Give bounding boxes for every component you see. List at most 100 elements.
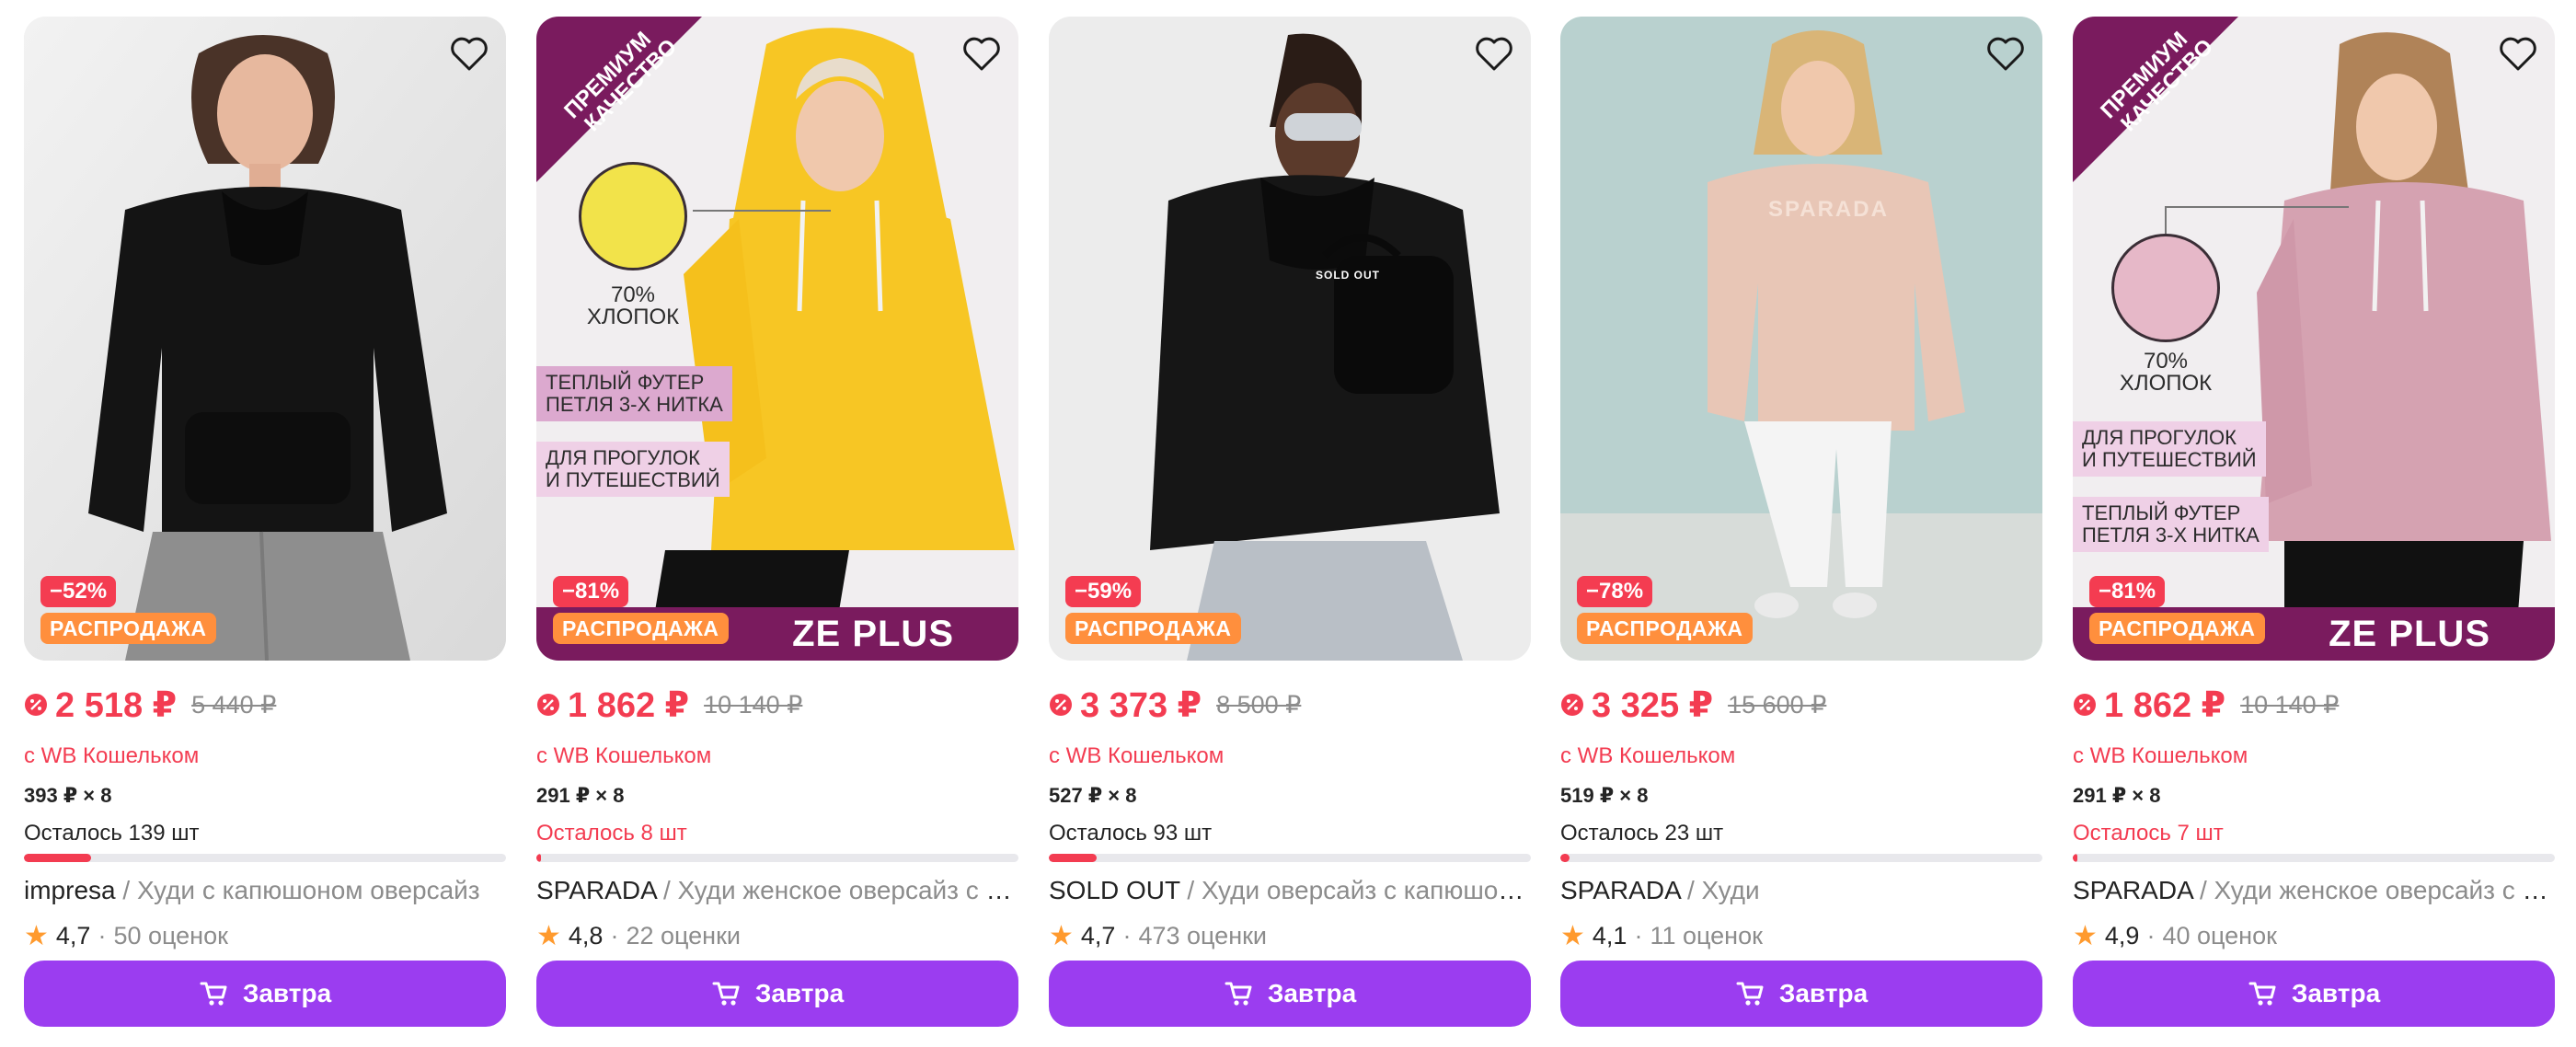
old-price: 10 140 ₽ [2240, 690, 2340, 719]
title-separator: / [115, 876, 137, 904]
wallet-discount-icon [1049, 693, 1073, 717]
discount-badge: −59% [1065, 576, 1142, 607]
rating-row[interactable]: ★ 4,1 · 11 оценок [1560, 920, 1763, 952]
old-price: 5 440 ₽ [191, 690, 277, 719]
rating-separator: · [1122, 922, 1132, 949]
product-card[interactable]: ПРЕМИУМ КАЧЕСТВО 70% ХЛОПОК ТЕПЛЫЙ ФУТЕР… [536, 17, 1018, 1029]
feature-tag: ДЛЯ ПРОГУЛОК И ПУТЕШЕСТВИЙ [2073, 421, 2266, 477]
rating-row[interactable]: ★ 4,7 · 50 оценок [24, 920, 228, 952]
discount-badge: −81% [553, 576, 629, 607]
wallet-discount-icon [24, 693, 48, 717]
discount-badge: −81% [2089, 576, 2166, 607]
fabric-swatch [579, 162, 687, 270]
brand-name: SPARADA [2073, 876, 2193, 904]
star-icon: ★ [24, 921, 49, 951]
title-separator: / [2192, 876, 2214, 904]
wallet-note: с WB Кошельком [2073, 743, 2248, 768]
sale-badge: РАСПРОДАЖА [1065, 613, 1241, 644]
product-name: Худи женское оверсайз с капюшоном [2214, 876, 2555, 904]
product-photo[interactable]: ПРЕМИУМ КАЧЕСТВО 70% ХЛОПОК ТЕПЛЫЙ ФУТЕР… [536, 17, 1018, 661]
favorite-heart-icon[interactable] [1472, 31, 1516, 75]
current-price: 1 862 ₽ [568, 685, 690, 725]
star-icon: ★ [1560, 921, 1585, 951]
product-title[interactable]: impresa / Худи с капюшоном оверсайз [24, 876, 506, 905]
fabric-material: ХЛОПОК [2119, 371, 2213, 396]
button-label: Завтра [242, 979, 332, 1007]
stock-remaining: Осталось 7 шт [2073, 821, 2224, 846]
old-price: 8 500 ₽ [1216, 690, 1302, 719]
product-title[interactable]: SPARADA / Худи женское оверсайз с капюшо… [2073, 876, 2555, 905]
add-to-cart-button[interactable]: Завтра [2073, 961, 2555, 1027]
product-card[interactable]: ПРЕМИУМ КАЧЕСТВО 70% ХЛОПОК ДЛЯ ПРОГУЛОК… [2073, 17, 2555, 1029]
callout-line [693, 210, 831, 212]
review-count: 22 оценки [626, 922, 741, 949]
stock-remaining: Осталось 23 шт [1560, 821, 1724, 846]
stock-progress-fill [24, 854, 92, 862]
stock-progress-bar [24, 854, 506, 862]
review-count: 11 оценок [1650, 922, 1763, 949]
product-name: Худи с капюшоном оверсайз [136, 876, 480, 904]
premium-quality-ribbon: ПРЕМИУМ КАЧЕСТВО [536, 17, 702, 182]
premium-quality-ribbon: ПРЕМИУМ КАЧЕСТВО [2073, 17, 2238, 182]
feature-tag: ТЕПЛЫЙ ФУТЕР ПЕТЛЯ 3-Х НИТКА [2073, 497, 2269, 552]
rating-value: 4,8 [568, 922, 604, 949]
title-separator: / [656, 876, 678, 904]
current-price: 1 862 ₽ [2104, 685, 2226, 725]
rating-row[interactable]: ★ 4,8 · 22 оценки [536, 920, 741, 952]
installment-price: 393 ₽ × 8 [24, 784, 112, 807]
stock-remaining: Осталось 93 шт [1049, 821, 1213, 846]
favorite-heart-icon[interactable] [960, 31, 1004, 75]
rating-value: 4,7 [1080, 922, 1116, 949]
rating-separator: · [98, 922, 107, 949]
feature-tag-line-2: И ПУТЕШЕСТВИЙ [2082, 448, 2257, 471]
product-title[interactable]: SPARADA / Худи женское оверсайз с капюшо… [536, 876, 1018, 905]
sale-badge: РАСПРОДАЖА [553, 613, 729, 644]
cart-icon [199, 978, 230, 1009]
star-icon: ★ [536, 921, 561, 951]
star-icon: ★ [1049, 921, 1074, 951]
product-name: Худи [1701, 876, 1760, 904]
title-separator: / [1179, 876, 1202, 904]
product-photo[interactable]: SOLD OUT −59% РАСПРОДАЖА [1049, 17, 1531, 661]
product-photo[interactable]: SPARADA −78% РАСПРОДАЖА [1560, 17, 2042, 661]
cart-icon [711, 978, 742, 1009]
stock-progress-fill [1049, 854, 1098, 862]
feature-tag-line-1: ТЕПЛЫЙ ФУТЕР [2082, 501, 2241, 524]
review-count: 50 оценок [113, 922, 228, 949]
button-label: Завтра [1267, 979, 1357, 1007]
product-card[interactable]: SOLD OUT −59% РАСПРОДАЖА 3 373 ₽ 8 500 ₽… [1049, 17, 1531, 1029]
product-title[interactable]: SOLD OUT / Худи оверсайз с капюшоном [1049, 876, 1531, 905]
add-to-cart-button[interactable]: Завтра [1560, 961, 2042, 1027]
review-count: 40 оценок [2162, 922, 2277, 949]
rating-value: 4,7 [55, 922, 91, 949]
stock-remaining: Осталось 8 шт [536, 821, 687, 846]
favorite-heart-icon[interactable] [1984, 31, 2028, 75]
wallet-discount-icon [536, 693, 560, 717]
wallet-note: с WB Кошельком [1049, 743, 1225, 768]
add-to-cart-button[interactable]: Завтра [24, 961, 506, 1027]
stock-progress-fill [2073, 854, 2078, 862]
price-row: 2 518 ₽ 5 440 ₽ [24, 685, 276, 725]
feature-tag-line-1: ДЛЯ ПРОГУЛОК [546, 446, 700, 469]
brand-name: SPARADA [536, 876, 657, 904]
product-photo[interactable]: −52% РАСПРОДАЖА [24, 17, 506, 661]
rating-row[interactable]: ★ 4,7 · 473 оценки [1049, 920, 1267, 952]
button-label: Завтра [1778, 979, 1869, 1007]
old-price: 10 140 ₽ [704, 690, 803, 719]
rating-separator: · [2146, 922, 2156, 949]
add-to-cart-button[interactable]: Завтра [1049, 961, 1531, 1027]
favorite-heart-icon[interactable] [2496, 31, 2540, 75]
garment-print: SPARADA [1768, 197, 1889, 222]
product-card[interactable]: −52% РАСПРОДАЖА 2 518 ₽ 5 440 ₽ с WB Кош… [24, 17, 506, 1029]
button-label: Завтра [754, 979, 845, 1007]
product-title[interactable]: SPARADA / Худи [1560, 876, 2042, 905]
product-photo[interactable]: ПРЕМИУМ КАЧЕСТВО 70% ХЛОПОК ДЛЯ ПРОГУЛОК… [2073, 17, 2555, 661]
add-to-cart-button[interactable]: Завтра [536, 961, 1018, 1027]
feature-tag-line-1: ТЕПЛЫЙ ФУТЕР [546, 371, 705, 394]
product-card[interactable]: SPARADA −78% РАСПРОДАЖА 3 325 ₽ 15 600 ₽… [1560, 17, 2042, 1029]
rating-value: 4,1 [1592, 922, 1627, 949]
sale-badge: РАСПРОДАЖА [40, 613, 216, 644]
favorite-heart-icon[interactable] [447, 31, 491, 75]
wallet-note: с WB Кошельком [536, 743, 712, 768]
rating-row[interactable]: ★ 4,9 · 40 оценок [2073, 920, 2277, 952]
